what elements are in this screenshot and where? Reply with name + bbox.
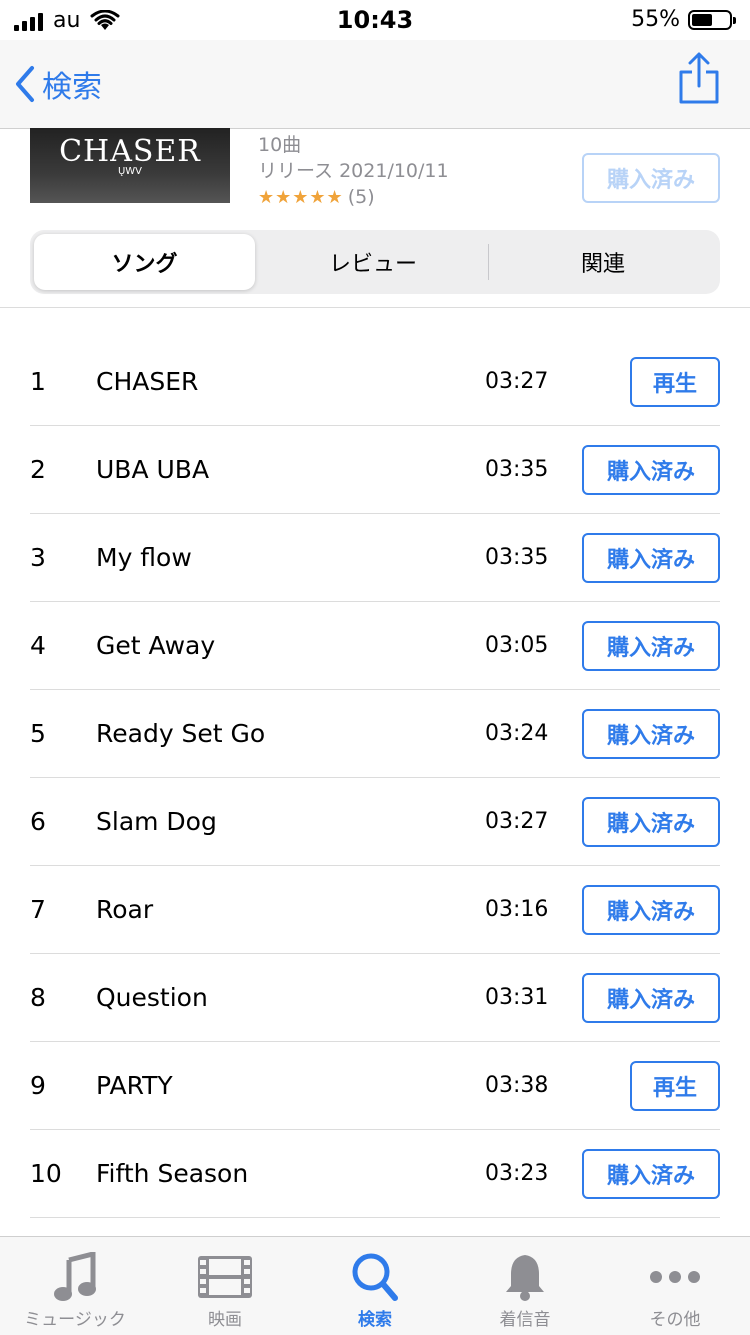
song-duration: 03:27 (485, 369, 549, 394)
song-duration: 03:35 (485, 457, 549, 482)
tab-related[interactable]: 関連 (490, 234, 716, 290)
more-icon (650, 1271, 700, 1283)
search-icon (352, 1253, 398, 1301)
purchased-button[interactable]: 購入済み (582, 533, 720, 583)
song-duration: 03:35 (485, 545, 549, 570)
tabbar-item-movies[interactable]: 映画 (150, 1249, 300, 1330)
tabbar-item-music[interactable]: ミュージック (0, 1249, 150, 1330)
tab-songs[interactable]: ソング (34, 234, 255, 290)
purchased-button[interactable]: 購入済み (582, 709, 720, 759)
song-duration: 03:24 (485, 721, 549, 746)
rating-count: (5) (347, 186, 375, 208)
song-row[interactable]: 6 Slam Dog 03:27 購入済み (30, 778, 720, 866)
track-number: 4 (30, 631, 46, 660)
song-row[interactable]: 3 My flow 03:35 購入済み (30, 514, 720, 602)
song-row[interactable]: 7 Roar 03:16 購入済み (30, 866, 720, 954)
play-button[interactable]: 再生 (630, 1061, 720, 1111)
rating: ★★★★★ (5) (258, 184, 449, 211)
back-label: 検索 (42, 70, 102, 105)
album-meta: 10曲 リリース 2021/10/11 ★★★★★ (5) (258, 132, 449, 211)
song-duration: 03:38 (485, 1073, 549, 1098)
song-duration: 03:16 (485, 897, 549, 922)
purchased-button[interactable]: 購入済み (582, 445, 720, 495)
track-number: 1 (30, 367, 46, 396)
song-title: My flow (96, 543, 192, 572)
header-divider (0, 307, 750, 308)
music-note-icon (54, 1252, 96, 1301)
song-row[interactable]: 9 PARTY 03:38 再生 (30, 1042, 720, 1130)
tabbar-item-more[interactable]: その他 (600, 1249, 750, 1330)
song-title: Get Away (96, 631, 216, 660)
album-purchased-button[interactable]: 購入済み (582, 153, 720, 203)
album-art-subtitle: ŲWV (117, 166, 143, 177)
album-art-title: CHASER (59, 134, 201, 169)
tabbar-label: 映画 (208, 1310, 242, 1330)
tabbar-label: 検索 (358, 1310, 392, 1330)
purchased-button[interactable]: 購入済み (582, 797, 720, 847)
release-date: リリース 2021/10/11 (258, 160, 449, 182)
song-title: CHASER (96, 367, 199, 396)
back-button[interactable]: 検索 (14, 62, 102, 106)
song-title: Question (96, 983, 208, 1012)
song-row[interactable]: 2 UBA UBA 03:35 購入済み (30, 426, 720, 514)
tabbar-label: ミュージック (24, 1310, 126, 1330)
share-icon[interactable] (678, 52, 720, 104)
status-right: 55% (631, 7, 736, 32)
track-number: 3 (30, 543, 46, 572)
song-row[interactable]: 8 Question 03:31 購入済み (30, 954, 720, 1042)
segmented-control: ソング レビュー 関連 (30, 230, 720, 294)
song-duration: 03:23 (485, 1161, 549, 1186)
bell-icon (506, 1255, 544, 1301)
tab-bar: ミュージック 映画 検索 着信音 その他 (0, 1236, 750, 1335)
tabbar-label: 着信音 (499, 1310, 551, 1330)
purchased-button[interactable]: 購入済み (582, 621, 720, 671)
song-title: Slam Dog (96, 807, 217, 836)
purchased-button[interactable]: 購入済み (582, 1149, 720, 1199)
song-title: UBA UBA (96, 455, 210, 484)
navigation-bar: 検索 (0, 40, 750, 129)
song-row[interactable]: 1 CHASER 03:27 再生 (30, 338, 720, 426)
tabbar-item-ringtones[interactable]: 着信音 (450, 1249, 600, 1330)
tab-reviews[interactable]: レビュー (259, 234, 487, 290)
segment-divider (488, 244, 489, 280)
battery-percent: 55% (631, 7, 680, 32)
status-bar: au 10:43 55% (0, 0, 750, 40)
track-number: 5 (30, 719, 46, 748)
song-row[interactable]: 5 Ready Set Go 03:24 購入済み (30, 690, 720, 778)
tabbar-label: その他 (649, 1310, 701, 1330)
song-title: Ready Set Go (96, 719, 266, 748)
track-number: 6 (30, 807, 46, 836)
song-duration: 03:05 (485, 633, 549, 658)
star-rating-icon: ★★★★★ (258, 187, 344, 208)
track-number: 2 (30, 455, 46, 484)
film-icon (198, 1256, 252, 1298)
purchased-button[interactable]: 購入済み (582, 885, 720, 935)
tabbar-item-search[interactable]: 検索 (300, 1249, 450, 1330)
track-number: 9 (30, 1071, 46, 1100)
play-button[interactable]: 再生 (630, 357, 720, 407)
battery-icon (688, 9, 736, 30)
album-artwork: CHASER ŲWV (30, 128, 230, 203)
track-number: 10 (30, 1159, 62, 1188)
track-number: 8 (30, 983, 46, 1012)
song-row[interactable]: 10 Fifth Season 03:23 購入済み (30, 1130, 720, 1218)
song-duration: 03:31 (485, 985, 549, 1010)
chevron-left-icon (16, 66, 34, 102)
purchased-button[interactable]: 購入済み (582, 973, 720, 1023)
song-title: Fifth Season (96, 1159, 249, 1188)
song-list: 1 CHASER 03:27 再生 2 UBA UBA 03:35 購入済み 3… (30, 338, 720, 1218)
song-title: Roar (96, 895, 154, 924)
song-title: PARTY (96, 1071, 173, 1100)
song-row[interactable]: 4 Get Away 03:05 購入済み (30, 602, 720, 690)
track-number: 7 (30, 895, 46, 924)
track-count: 10曲 (258, 134, 302, 156)
song-duration: 03:27 (485, 809, 549, 834)
